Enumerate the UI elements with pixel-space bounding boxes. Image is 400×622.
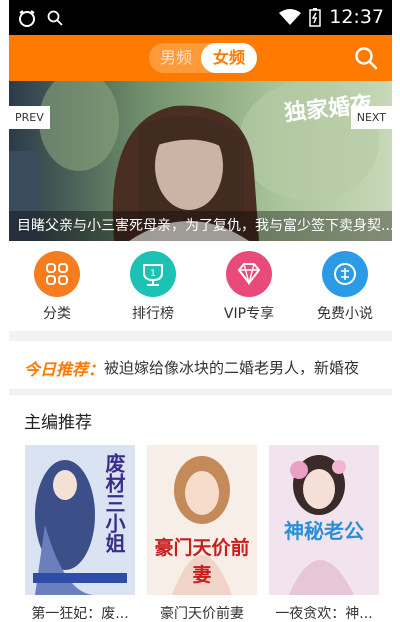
book-card[interactable]: 豪门天价前妻 豪门天价前妻 [147,445,257,622]
book-cover: 豪门天价前妻 [147,445,257,595]
battery-icon [309,8,321,27]
divider [9,389,392,395]
cover-title: 废材三小姐 [102,453,126,553]
banner-caption: 目睹父亲与小三害死母亲，为了复仇，我与富少签下卖身契... [9,211,392,241]
cover-title: 豪门天价前妻 [154,537,250,586]
today-headline[interactable]: 被迫嫁给像冰块的二婚老男人，新婚夜 [104,357,359,378]
category-vip[interactable]: VIP专享 [201,251,297,323]
status-left [17,8,63,28]
cover-title: 神秘老公 [284,519,364,543]
book-title: 一夜贪欢：神... [275,606,373,622]
section-title: 主编推荐 [24,413,92,433]
search-icon[interactable] [354,46,378,70]
book-title: 第一狂妃：废... [31,606,129,622]
top-bar: 男频 女频 [9,35,392,81]
svg-text:1: 1 [150,269,156,279]
status-right: 12:37 [279,6,384,28]
tab-male-channel[interactable]: 男频 [149,43,203,73]
wifi-icon [279,9,302,25]
prev-button[interactable]: PREV [9,106,50,129]
diamond-icon [226,251,272,297]
category-free[interactable]: 免费小说 [297,251,392,323]
book-cover: 神秘老公 [269,445,379,595]
search-status-icon [47,10,63,26]
category-label: VIP专享 [223,306,275,322]
banner-carousel[interactable]: 独家婚夜 PREV NEXT 目睹父亲与小三害死母亲，为了复仇，我与富少签下卖身… [9,81,392,241]
today-recommend[interactable]: 今日推荐： 被迫嫁给像冰块的二婚老男人，新婚夜 [9,341,392,389]
category-label: 排行榜 [132,306,174,322]
category-classify[interactable]: 分类 [9,251,105,323]
today-tag: 今日推荐： [24,360,105,379]
grid-icon [34,251,80,297]
book-card[interactable]: 神秘老公 一夜贪欢：神... [269,445,379,622]
app-notification-icon [19,10,35,27]
book-card[interactable]: 废材三小姐 第一狂妃：废... [25,445,135,622]
book-cover: 废材三小姐 [25,445,135,595]
category-label: 分类 [43,306,71,322]
divider [9,331,392,341]
category-label: 免费小说 [317,306,373,322]
status-bar: 12:37 [9,0,392,35]
next-button[interactable]: NEXT [350,106,392,129]
free-badge-icon [322,251,368,297]
category-ranking[interactable]: 1 排行榜 [105,251,201,323]
tab-female-channel[interactable]: 女频 [201,43,257,73]
app-screen: 12:37 男频 女频 独家婚夜 PREV NEXT 目睹父亲与小三害死母亲，为… [9,0,392,622]
category-row: 分类 1 排行榜 VIP专享 免费小说 [9,241,392,331]
book-title: 豪门天价前妻 [160,606,244,622]
trophy-icon: 1 [130,251,176,297]
clock: 12:37 [329,6,384,28]
channel-switch: 男频 女频 [149,43,257,73]
